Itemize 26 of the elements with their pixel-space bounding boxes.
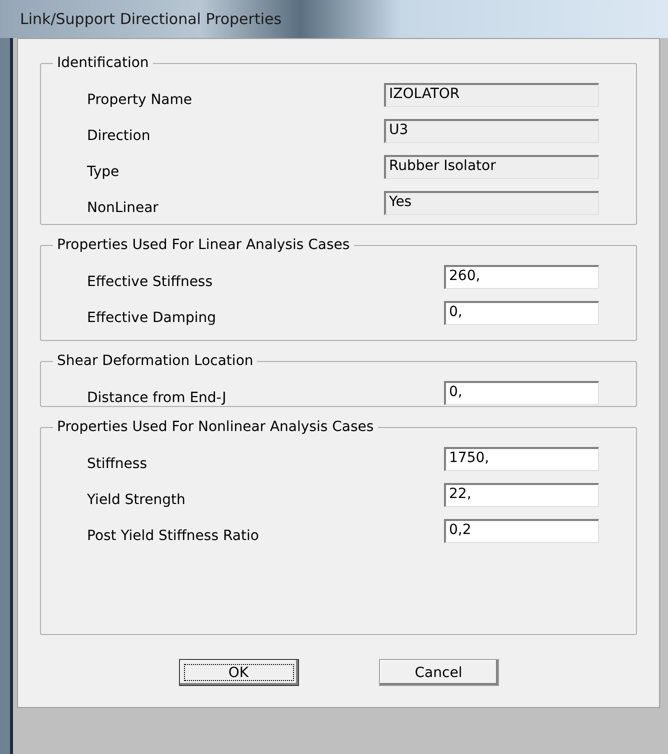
readonly-field[interactable]: Rubber Isolator	[384, 155, 599, 179]
input-field[interactable]: 1750,	[444, 447, 599, 471]
input-field[interactable]: 260,	[444, 265, 599, 289]
group-title: Shear Deformation Location	[56, 353, 254, 369]
cancel-button[interactable]: Cancel	[378, 659, 498, 686]
field-label: Effective Stiffness	[87, 273, 214, 290]
field-label: Direction	[87, 127, 152, 144]
field-label: Property Name	[87, 91, 193, 108]
group-title: Identification	[56, 55, 150, 71]
input-field[interactable]: 0,	[444, 301, 599, 325]
field-label: Yield Strength	[87, 491, 186, 508]
input-field[interactable]: 0,	[444, 381, 599, 405]
field-label: Type	[87, 163, 120, 180]
readonly-field[interactable]: IZOLATOR	[384, 83, 599, 107]
field-label: Effective Damping	[87, 309, 218, 326]
input-field[interactable]: 22,	[444, 483, 599, 507]
readonly-field[interactable]: Yes	[384, 191, 599, 215]
field-label: Post Yield Stiffness Ratio	[87, 527, 260, 544]
group-title: Properties Used For Nonlinear Analysis Cases	[56, 419, 375, 435]
group-title: Properties Used For Linear Analysis Cases	[56, 237, 351, 253]
field-label: Distance from End-J	[87, 389, 228, 406]
field-label: Stiffness	[87, 455, 148, 472]
input-field[interactable]: 0,2	[444, 519, 599, 543]
ok-button[interactable]: OK	[178, 659, 298, 686]
field-label: NonLinear	[87, 199, 160, 216]
readonly-field[interactable]: U3	[384, 119, 599, 143]
